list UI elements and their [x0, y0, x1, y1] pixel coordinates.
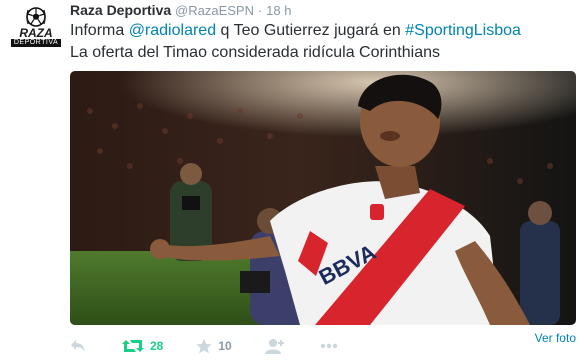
retweet-icon [122, 340, 144, 352]
account-handle[interactable]: @RazaESPN [175, 3, 254, 18]
more-icon [320, 343, 337, 349]
avatar-brand: RAZA [19, 26, 53, 40]
reply-button[interactable] [70, 339, 90, 353]
avatar[interactable]: RAZA DEPORTIVA [10, 4, 62, 52]
tweet-photo[interactable]: BBVA [70, 71, 576, 325]
tweet-actions: 28 10 [70, 337, 338, 355]
favorite-button[interactable]: 10 [196, 338, 232, 354]
star-icon [196, 338, 212, 353]
more-button[interactable] [320, 343, 338, 349]
mention-link[interactable]: @radiolared [129, 22, 216, 39]
reply-icon [71, 340, 85, 352]
favorite-count: 10 [218, 339, 232, 353]
account-name[interactable]: Raza Deportiva [70, 2, 171, 18]
tweet-line-1: Informa @radiolared q Teo Gutierrez juga… [70, 20, 570, 42]
see-photo-link[interactable]: Ver foto [535, 331, 576, 345]
retweet-button[interactable]: 28 [122, 339, 163, 353]
separator-dot: · [257, 3, 263, 18]
retweet-count: 28 [150, 339, 164, 353]
tweet-text: Informa @radiolared q Teo Gutierrez juga… [70, 20, 570, 64]
tweet-text-part1: Informa [70, 22, 129, 39]
football-player-photo: BBVA [70, 71, 576, 325]
soccer-ball-icon [26, 7, 46, 27]
tweet-text-part2: q Teo Gutierrez jugará en [216, 22, 406, 39]
follow-button[interactable] [264, 338, 284, 354]
tweet-header: Raza Deportiva @RazaESPN · 18 h [70, 2, 291, 18]
avatar-subtitle: DEPORTIVA [10, 39, 62, 47]
tweet-line-2: La oferta del Timao considerada ridícula… [70, 44, 440, 61]
tweet-timestamp[interactable]: 18 h [266, 3, 291, 18]
add-user-icon [264, 339, 284, 354]
hashtag-link[interactable]: #SportingLisboa [405, 22, 521, 39]
